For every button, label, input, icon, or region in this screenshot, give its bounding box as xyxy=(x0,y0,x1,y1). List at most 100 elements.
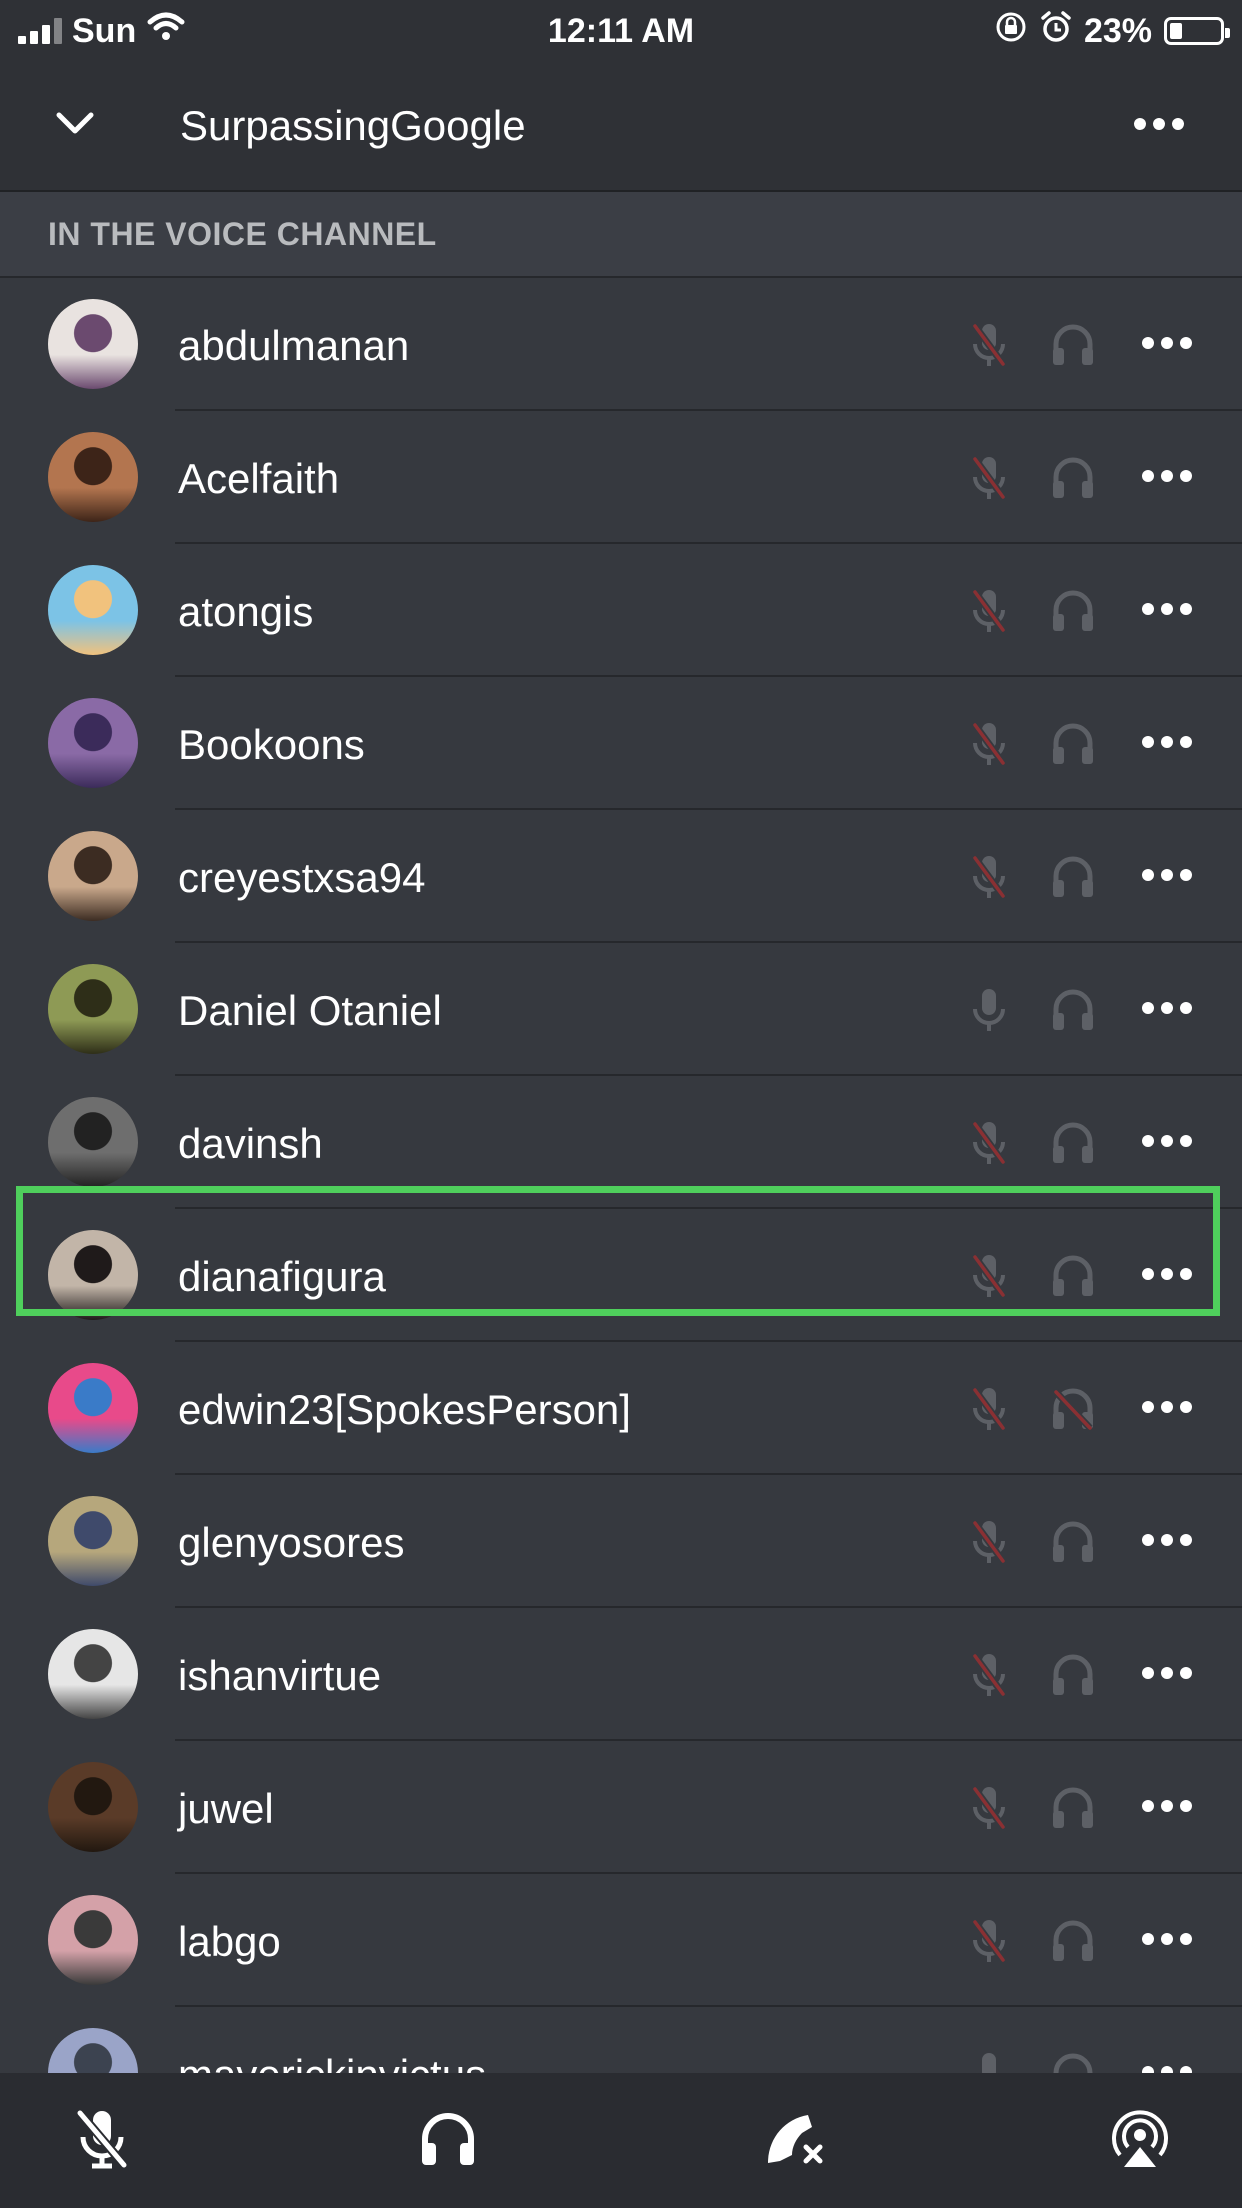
mute-button[interactable] xyxy=(62,2101,142,2181)
member-more-button[interactable] xyxy=(1138,1116,1196,1170)
member-row[interactable]: Acelfaith xyxy=(0,411,1242,544)
headphones-icon xyxy=(1046,2047,1100,2073)
member-name: atongis xyxy=(178,588,314,635)
member-name: Bookoons xyxy=(178,721,365,768)
more-icon xyxy=(1141,1799,1193,1818)
mic-muted-icon xyxy=(962,1914,1016,1968)
member-more-button[interactable] xyxy=(1138,1515,1196,1569)
more-icon xyxy=(1141,469,1193,488)
member-more-button[interactable] xyxy=(1138,584,1196,638)
alarm-icon xyxy=(1040,10,1072,53)
headphones-icon xyxy=(1046,584,1100,638)
headphones-icon xyxy=(1046,1116,1100,1170)
mic-muted-icon xyxy=(962,717,1016,771)
member-row[interactable]: atongis xyxy=(0,544,1242,677)
mic-muted-icon xyxy=(962,1249,1016,1303)
more-icon xyxy=(1141,1267,1193,1286)
mic-muted-icon xyxy=(962,1515,1016,1569)
chevron-down-icon xyxy=(55,111,95,142)
status-bar: Sun 12:11 AM 23% xyxy=(0,0,1242,62)
member-row[interactable]: creyestxsa94 xyxy=(0,810,1242,943)
member-row[interactable]: glenyosores xyxy=(0,1475,1242,1608)
section-title: IN THE VOICE CHANNEL xyxy=(48,216,437,252)
member-row[interactable]: Bookoons xyxy=(0,677,1242,810)
member-more-button[interactable] xyxy=(1138,717,1196,771)
battery-percent: 23% xyxy=(1083,11,1152,50)
section-header: IN THE VOICE CHANNEL xyxy=(0,192,1242,278)
avatar[interactable] xyxy=(48,1496,138,1586)
avatar[interactable] xyxy=(48,1762,138,1852)
member-row[interactable]: labgo xyxy=(0,1874,1242,2007)
avatar[interactable] xyxy=(48,432,138,522)
more-icon xyxy=(1141,1932,1193,1951)
member-row[interactable]: ishanvirtue xyxy=(0,1608,1242,1741)
disconnect-button[interactable] xyxy=(754,2101,834,2181)
member-list[interactable]: abdulmanan Acelfaith atongis Bookoons cr… xyxy=(0,278,1242,2073)
more-icon xyxy=(1141,1134,1193,1153)
member-name: Acelfaith xyxy=(178,455,340,502)
broadcast-button[interactable] xyxy=(1100,2101,1180,2181)
avatar[interactable] xyxy=(48,1629,138,1719)
member-row[interactable]: maverickinvictus xyxy=(0,2007,1242,2073)
more-options-button[interactable] xyxy=(1124,96,1194,156)
headphones-icon xyxy=(1046,717,1100,771)
mic-muted-icon xyxy=(962,850,1016,904)
member-name: davinsh xyxy=(178,1120,323,1167)
member-more-button[interactable] xyxy=(1138,451,1196,505)
member-name: maverickinvictus xyxy=(178,2051,486,2073)
avatar[interactable] xyxy=(48,831,138,921)
headphones-icon xyxy=(1046,1249,1100,1303)
member-more-button[interactable] xyxy=(1138,983,1196,1037)
more-icon xyxy=(1141,1001,1193,1020)
mic-muted-icon xyxy=(962,1116,1016,1170)
headphones-icon xyxy=(1046,1914,1100,1968)
more-icon xyxy=(1141,1533,1193,1552)
member-more-button[interactable] xyxy=(1138,318,1196,372)
headphones-icon xyxy=(1046,1781,1100,1835)
headphones-icon xyxy=(1046,451,1100,505)
avatar[interactable] xyxy=(48,1895,138,1985)
avatar[interactable] xyxy=(48,565,138,655)
mic-icon xyxy=(962,983,1016,1037)
disconnect-icon xyxy=(762,2109,826,2174)
avatar[interactable] xyxy=(48,1097,138,1187)
avatar[interactable] xyxy=(48,299,138,389)
avatar[interactable] xyxy=(48,2028,138,2073)
more-icon xyxy=(1141,602,1193,621)
member-more-button[interactable] xyxy=(1138,1914,1196,1968)
member-name: Daniel Otaniel xyxy=(178,987,442,1034)
member-row[interactable]: edwin23[SpokesPerson] xyxy=(0,1342,1242,1475)
channel-title: SurpassingGoogle xyxy=(180,102,526,149)
member-name: creyestxsa94 xyxy=(178,854,426,901)
status-right: 23% xyxy=(994,8,1230,54)
more-icon xyxy=(1141,2065,1193,2073)
member-more-button[interactable] xyxy=(1138,1382,1196,1436)
headphones-icon xyxy=(1046,850,1100,904)
headphones-icon xyxy=(1046,318,1100,372)
voice-controls-bar xyxy=(0,2073,1242,2208)
member-more-button[interactable] xyxy=(1138,2047,1196,2073)
headphones-icon xyxy=(1046,1648,1100,1702)
collapse-button[interactable] xyxy=(40,96,110,156)
member-more-button[interactable] xyxy=(1138,1249,1196,1303)
deafen-button[interactable] xyxy=(408,2101,488,2181)
member-row[interactable]: dianafigura xyxy=(0,1209,1242,1342)
member-more-button[interactable] xyxy=(1138,1648,1196,1702)
member-row[interactable]: davinsh xyxy=(0,1076,1242,1209)
avatar[interactable] xyxy=(48,1363,138,1453)
member-more-button[interactable] xyxy=(1138,850,1196,904)
avatar[interactable] xyxy=(48,964,138,1054)
member-row[interactable]: abdulmanan xyxy=(0,278,1242,411)
channel-header: SurpassingGoogle xyxy=(0,62,1242,192)
avatar[interactable] xyxy=(48,698,138,788)
mic-icon xyxy=(962,2047,1016,2073)
member-more-button[interactable] xyxy=(1138,1781,1196,1835)
mic-muted-icon xyxy=(962,1382,1016,1436)
headphones-icon xyxy=(418,2109,478,2174)
headphones-icon xyxy=(1046,983,1100,1037)
more-icon xyxy=(1141,336,1193,355)
avatar[interactable] xyxy=(48,1230,138,1320)
member-name: ishanvirtue xyxy=(178,1652,382,1699)
member-row[interactable]: Daniel Otaniel xyxy=(0,943,1242,1076)
member-row[interactable]: juwel xyxy=(0,1741,1242,1874)
